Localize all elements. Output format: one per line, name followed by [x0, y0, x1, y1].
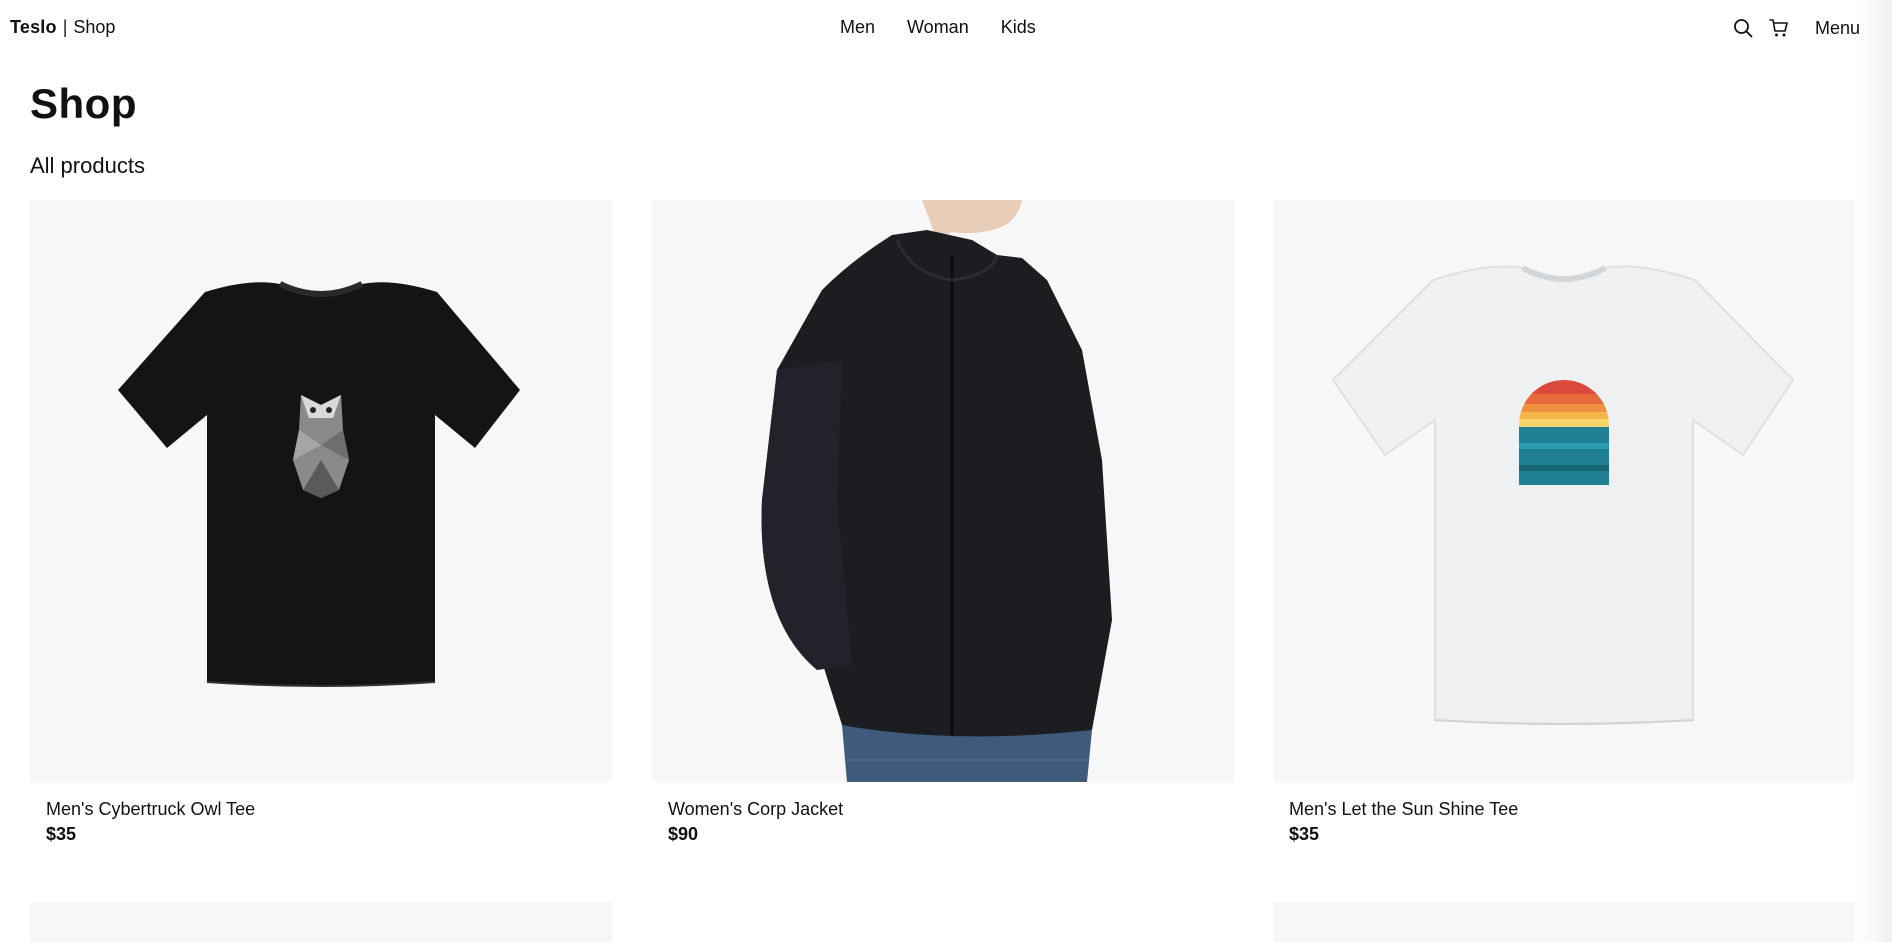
product-name[interactable]: Men's Cybertruck Owl Tee: [46, 799, 255, 820]
product-card-partial[interactable]: [30, 902, 612, 942]
product-name[interactable]: Women's Corp Jacket: [668, 799, 843, 820]
product-price: $90: [668, 824, 699, 844]
product-card[interactable]: Men's Cybertruck Owl Tee $35: [30, 200, 612, 844]
product-image-placeholder[interactable]: [30, 902, 612, 942]
product-image-corp-jacket[interactable]: [652, 200, 1234, 782]
cart-icon: [1769, 19, 1788, 37]
top-navigation-bar: Teslo | Shop Men Woman Kids Menu: [0, 0, 1892, 56]
brand-subtitle: Shop: [73, 17, 116, 37]
header-actions: Menu: [1725, 14, 1892, 42]
nav-link-men[interactable]: Men: [824, 17, 891, 38]
product-image-sun-shine-tee[interactable]: [1273, 200, 1855, 782]
menu-button[interactable]: Menu: [1815, 18, 1860, 39]
category-nav: Men Woman Kids: [824, 17, 1052, 38]
page-subtitle: All products: [30, 153, 145, 178]
product-price: $35: [1289, 824, 1320, 844]
page-title: Shop: [30, 80, 137, 127]
search-button[interactable]: [1725, 14, 1761, 42]
product-image-placeholder[interactable]: [1273, 902, 1855, 942]
product-card-partial[interactable]: [1273, 902, 1855, 942]
nav-link-woman[interactable]: Woman: [891, 17, 985, 38]
product-image-black-owl-tee[interactable]: [30, 200, 612, 782]
product-price: $35: [46, 824, 77, 844]
brand-name: Teslo: [10, 17, 57, 37]
page-edge-shadow: [1856, 0, 1892, 942]
product-card[interactable]: Men's Let the Sun Shine Tee $35: [1273, 200, 1855, 844]
product-name[interactable]: Men's Let the Sun Shine Tee: [1289, 799, 1518, 820]
search-icon: [1734, 19, 1753, 38]
brand-logo-link[interactable]: Teslo | Shop: [10, 17, 115, 38]
nav-link-kids[interactable]: Kids: [985, 17, 1052, 38]
brand-separator: |: [62, 17, 68, 37]
cart-button[interactable]: [1761, 14, 1797, 42]
product-card[interactable]: Women's Corp Jacket $90: [652, 200, 1234, 844]
